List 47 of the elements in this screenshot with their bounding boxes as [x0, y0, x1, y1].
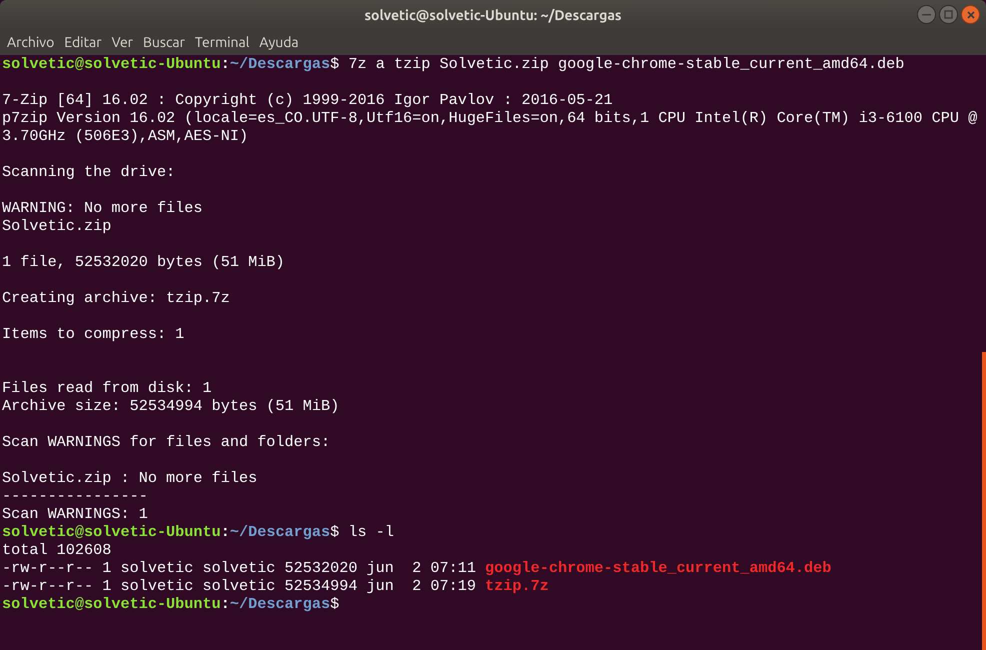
menu-item[interactable]: Ver — [106, 32, 138, 53]
prompt-path: ~/Descargas — [230, 595, 330, 613]
prompt-user: solvetic@solvetic-Ubuntu — [2, 523, 221, 541]
scrollbar[interactable] — [982, 352, 986, 650]
menu-item[interactable]: Ayuda — [254, 32, 304, 53]
output-line: ---------------- — [2, 487, 148, 505]
file-info: -rw-r--r-- 1 solvetic solvetic 52532020 jun 2 07:11 — [2, 559, 477, 577]
prompt-symbol: $ — [330, 595, 340, 613]
prompt-symbol: $ — [330, 55, 340, 73]
output-line: Creating archive: tzip.7z — [2, 289, 230, 307]
prompt-user: solvetic@solvetic-Ubuntu — [2, 595, 221, 613]
output-line: Solvetic.zip — [2, 217, 112, 235]
file-info: -rw-r--r-- 1 solvetic solvetic 52534994 jun 2 07:19 — [2, 577, 477, 595]
close-icon — [966, 10, 974, 18]
output-line: 7-Zip [64] 16.02 : Copyright (c) 1999-2016 Igor Pavlov : 2016-05-21 — [2, 91, 613, 109]
output-line: total 102608 — [2, 541, 112, 559]
output-line: WARNING: No more files — [2, 199, 203, 217]
prompt-path: ~/Descargas — [230, 523, 330, 541]
menu-item[interactable]: Archivo — [2, 32, 60, 53]
window-title: solvetic@solvetic-Ubuntu: ~/Descargas — [364, 6, 622, 25]
output-line: Solvetic.zip : No more files — [2, 469, 258, 487]
output-line: 1 file, 52532020 bytes (51 MiB) — [2, 253, 285, 271]
output-line: Items to compress: 1 — [2, 325, 184, 343]
menu-item[interactable]: Terminal — [190, 32, 254, 53]
command-text: 7z a tzip Solvetic.zip google-chrome-stable_current_amd64.deb — [347, 55, 904, 73]
output-line: Scan WARNINGS for files and folders: — [2, 433, 330, 451]
close-button[interactable] — [961, 5, 980, 24]
prompt-separator: : — [220, 55, 230, 73]
command-text: ls -l — [347, 523, 394, 541]
prompt-separator: : — [220, 595, 230, 613]
output-line: Files read from disk: 1 — [2, 379, 212, 397]
output-line: Scan WARNINGS: 1 — [2, 505, 148, 523]
output-line: p7zip Version 16.02 (locale=es_CO.UTF-8,Utf16=on,HugeFiles=on,64 bits,1 CPU Intel(R) Core(TM) i3-6100 CPU @ — [2, 109, 978, 127]
file-name: google-chrome-stable_current_amd64.deb — [485, 559, 832, 577]
output-line: Archive size: 52534994 bytes (51 MiB) — [2, 397, 340, 415]
file-name: tzip.7z — [485, 577, 549, 595]
prompt-separator: : — [220, 523, 230, 541]
output-line: Scanning the drive: — [2, 163, 176, 181]
maximize-button[interactable] — [939, 5, 958, 24]
maximize-icon — [944, 10, 953, 19]
menu-item[interactable]: Editar — [59, 32, 107, 53]
prompt-symbol: $ — [330, 523, 340, 541]
output-line: 3.70GHz (506E3),ASM,AES-NI) — [2, 127, 248, 145]
menu-item[interactable]: Buscar — [138, 32, 190, 53]
minimize-button[interactable] — [917, 5, 936, 24]
prompt-user: solvetic@solvetic-Ubuntu — [2, 55, 221, 73]
prompt-path: ~/Descargas — [230, 55, 330, 73]
